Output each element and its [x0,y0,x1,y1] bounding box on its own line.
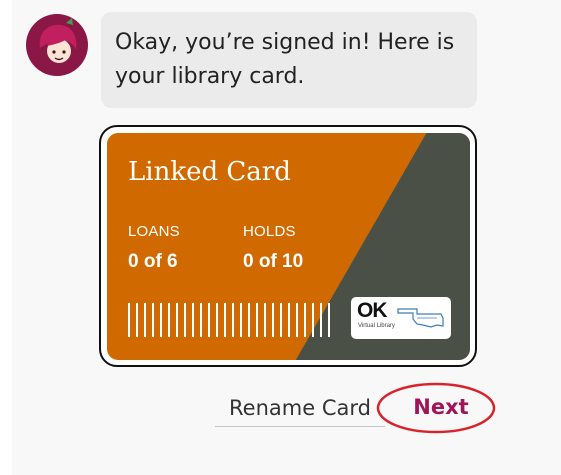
loans-label: LOANS [128,223,180,240]
next-button[interactable]: Next [386,389,496,425]
barcode-icon [128,303,333,337]
libby-avatar-icon [26,14,88,76]
ok-virtual-library-logo: OK Virtual Library [351,297,451,339]
logo-text: OK [357,299,387,322]
holds-label: HOLDS [243,223,296,240]
logo-subtext: Virtual Library [358,323,395,329]
card-title: Linked Card [128,157,291,187]
holds-value: 0 of 10 [243,251,304,272]
chat-message-bubble: Okay, you’re signed in! Here is your lib… [101,12,477,108]
oklahoma-map-icon [397,308,444,328]
chat-message-text: Okay, you’re signed in! Here is your lib… [115,30,455,89]
library-card: Linked Card LOANS 0 of 6 HOLDS 0 of 10 O… [107,133,470,360]
loans-value: 0 of 6 [128,251,178,272]
rename-card-button[interactable]: Rename Card [215,389,385,427]
